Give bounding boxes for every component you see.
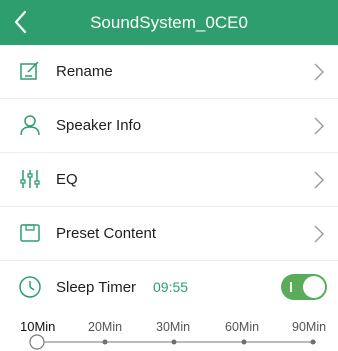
menu-item-eq[interactable]: EQ — [0, 153, 338, 206]
slider-stop-30min — [171, 339, 177, 345]
page-title: SoundSystem_0CE0 — [90, 13, 248, 32]
toggle-on-mark — [290, 282, 292, 292]
person-icon — [20, 115, 40, 136]
menu-item-label: EQ — [56, 171, 78, 188]
chevron-right-icon — [314, 63, 324, 81]
chevron-right-icon — [314, 117, 324, 135]
chevron-right-icon — [314, 171, 324, 189]
back-chevron-icon[interactable] — [6, 7, 36, 37]
toggle-knob — [303, 276, 325, 298]
sleep-timer-toggle[interactable] — [281, 274, 327, 300]
chevron-right-icon — [314, 225, 324, 243]
menu-item-label: Preset Content — [56, 225, 157, 242]
clock-icon — [19, 276, 41, 298]
menu-item-rename[interactable]: Rename — [0, 45, 338, 98]
slider-stop-20min — [102, 339, 108, 345]
sleep-timer-label: Sleep Timer — [56, 279, 137, 296]
slider-stop-90min — [310, 339, 316, 345]
equalizer-icon — [20, 170, 40, 188]
header-bar: SoundSystem_0CE0 — [0, 0, 338, 45]
menu-item-label: Speaker Info — [56, 117, 142, 134]
menu-item-speaker-info[interactable]: Speaker Info — [0, 99, 338, 152]
edit-icon — [20, 61, 39, 80]
sleep-timer-countdown: 09:55 — [153, 279, 189, 295]
slider-stop-60min — [241, 339, 247, 345]
menu-item-label: Rename — [56, 63, 113, 80]
slider-thumb — [29, 334, 45, 350]
sleep-timer-slider[interactable] — [0, 330, 338, 351]
preset-icon — [20, 224, 40, 242]
menu-item-preset-content[interactable]: Preset Content — [0, 207, 338, 260]
